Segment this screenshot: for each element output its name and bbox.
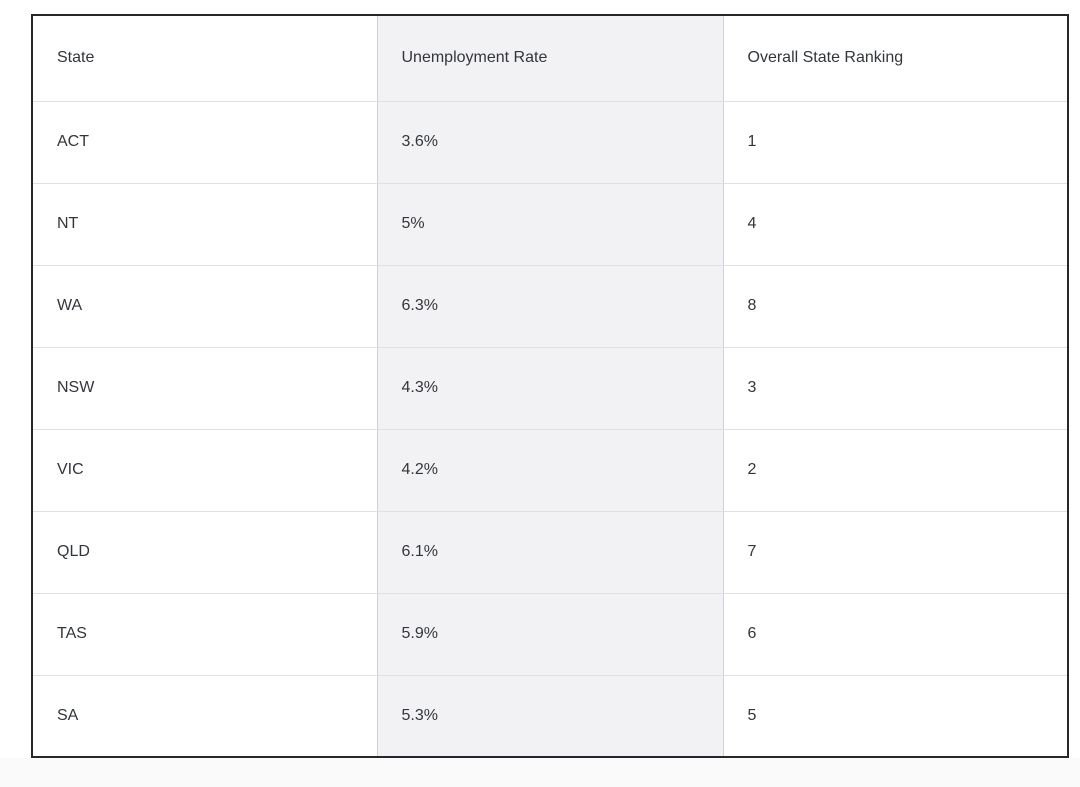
cell-unemployment-rate: 6.3% — [377, 265, 724, 348]
table-row: NSW 4.3% 3 — [33, 347, 1067, 430]
table-row: SA 5.3% 5 — [33, 675, 1067, 756]
page-root: State Unemployment Rate Overall State Ra… — [0, 0, 1080, 787]
cell-overall-state-ranking: 3 — [723, 347, 1067, 430]
column-header-overall-state-ranking: Overall State Ranking — [723, 16, 1067, 102]
table-row: VIC 4.2% 2 — [33, 429, 1067, 512]
cell-overall-state-ranking: 5 — [723, 675, 1067, 756]
cell-unemployment-rate: 4.3% — [377, 347, 724, 430]
table-row: WA 6.3% 8 — [33, 265, 1067, 348]
table-row: TAS 5.9% 6 — [33, 593, 1067, 676]
cell-state: NSW — [33, 347, 378, 430]
unemployment-table-container: State Unemployment Rate Overall State Ra… — [31, 14, 1069, 758]
table-body: ACT 3.6% 1 NT 5% 4 WA 6.3% 8 NSW 4.3% 3 … — [33, 101, 1067, 756]
column-header-unemployment-rate: Unemployment Rate — [377, 16, 724, 102]
cell-unemployment-rate: 5.9% — [377, 593, 724, 676]
table-row: NT 5% 4 — [33, 183, 1067, 266]
cell-state: TAS — [33, 593, 378, 676]
cell-state: ACT — [33, 101, 378, 184]
column-header-state: State — [33, 16, 378, 102]
cell-unemployment-rate: 3.6% — [377, 101, 724, 184]
cell-overall-state-ranking: 2 — [723, 429, 1067, 512]
table-row: QLD 6.1% 7 — [33, 511, 1067, 594]
cell-overall-state-ranking: 4 — [723, 183, 1067, 266]
cell-overall-state-ranking: 1 — [723, 101, 1067, 184]
cell-state: WA — [33, 265, 378, 348]
cell-overall-state-ranking: 7 — [723, 511, 1067, 594]
cell-state: SA — [33, 675, 378, 756]
cell-unemployment-rate: 5% — [377, 183, 724, 266]
cell-overall-state-ranking: 6 — [723, 593, 1067, 676]
cell-unemployment-rate: 6.1% — [377, 511, 724, 594]
table-row: ACT 3.6% 1 — [33, 101, 1067, 184]
table-header-row: State Unemployment Rate Overall State Ra… — [33, 16, 1067, 102]
page-background-wash — [0, 758, 1080, 787]
cell-unemployment-rate: 4.2% — [377, 429, 724, 512]
unemployment-table: State Unemployment Rate Overall State Ra… — [33, 16, 1067, 756]
cell-overall-state-ranking: 8 — [723, 265, 1067, 348]
cell-state: QLD — [33, 511, 378, 594]
cell-state: VIC — [33, 429, 378, 512]
table-header: State Unemployment Rate Overall State Ra… — [33, 16, 1067, 102]
cell-unemployment-rate: 5.3% — [377, 675, 724, 756]
cell-state: NT — [33, 183, 378, 266]
